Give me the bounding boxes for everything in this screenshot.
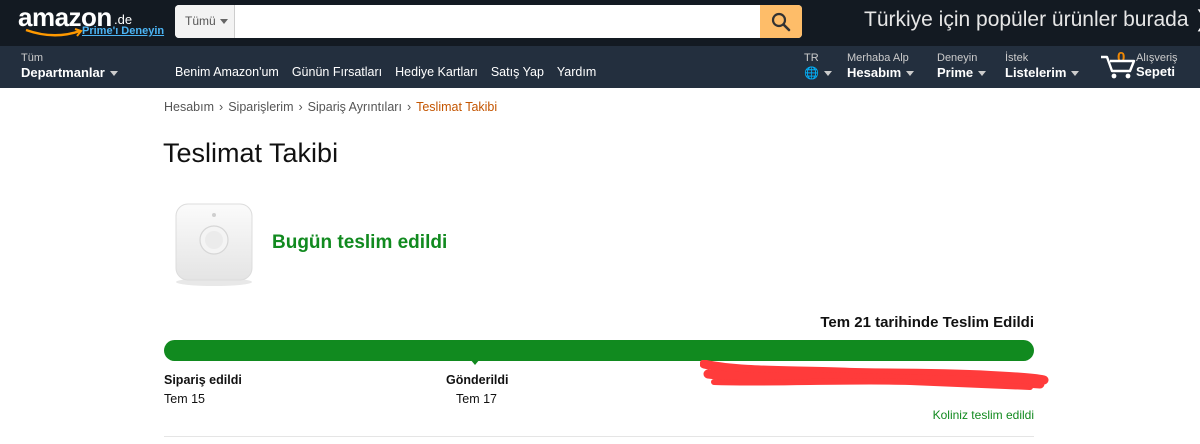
chevron-right-icon: › xyxy=(219,100,224,114)
prime-label-wrap: Prime xyxy=(937,65,987,80)
progress-marker xyxy=(470,359,480,365)
breadcrumb-item-account[interactable]: Hesabım xyxy=(164,100,214,114)
page-title: Teslimat Takibi xyxy=(163,138,339,168)
search-input[interactable] xyxy=(235,5,760,38)
amazon-logo[interactable]: amazon .de Prime'ı Deneyin xyxy=(14,2,164,44)
nav-link-deals[interactable]: Günün Fırsatları xyxy=(292,65,382,79)
search-bar: Tümü xyxy=(175,5,802,38)
cart-icon[interactable] xyxy=(1100,54,1136,80)
globe-icon: 🌐 xyxy=(804,66,819,80)
account-greeting: Merhaba Alp xyxy=(847,52,909,64)
prime-label: Prime xyxy=(937,65,974,80)
nav-links: Benim Amazon'um Günün Fırsatları Hediye … xyxy=(175,65,609,79)
language-code: TR xyxy=(804,52,819,64)
chevron-down-icon xyxy=(109,71,118,77)
breadcrumb-item-orders[interactable]: Siparişlerim xyxy=(228,100,293,114)
divider xyxy=(164,436,1034,437)
nav-link-help[interactable]: Yardım xyxy=(557,65,596,79)
breadcrumb-item-current: Teslimat Takibi xyxy=(416,100,498,114)
redaction-scribble xyxy=(700,360,1049,390)
step-label: Gönderildi xyxy=(446,373,509,387)
lists-menu[interactable]: İstek Listelerim xyxy=(1005,52,1080,80)
cart-line1: Alışveriş xyxy=(1136,52,1178,64)
step-shipped: Gönderildi Tem 17 xyxy=(446,373,509,406)
delivery-confirmation[interactable]: Koliniz teslim edildi xyxy=(830,408,1034,422)
lists-line1: İstek xyxy=(1005,52,1029,64)
promo-text: Türkiye için popüler ürünler burada xyxy=(864,8,1189,31)
delivered-date-label: Tem 21 tarihinde Teslim Edildi xyxy=(820,314,1034,331)
lists-label: Listelerim xyxy=(1005,65,1067,80)
language-selector[interactable]: TR 🌐 xyxy=(804,52,832,80)
prime-line1: Deneyin xyxy=(937,52,978,64)
account-menu[interactable]: Merhaba Alp Hesabım xyxy=(847,52,915,80)
step-date: Tem 17 xyxy=(456,392,497,406)
chevron-down-icon xyxy=(220,19,228,24)
chevron-down-icon xyxy=(906,71,915,77)
nav-link-my-amazon[interactable]: Benim Amazon'um xyxy=(175,65,279,79)
lists-label-wrap: Listelerim xyxy=(1005,65,1080,80)
nav-link-gift-cards[interactable]: Hediye Kartları xyxy=(395,65,478,79)
chevron-down-icon xyxy=(1071,71,1080,77)
breadcrumb: Hesabım › Siparişlerim › Sipariş Ayrıntıları… xyxy=(164,100,497,114)
chevron-down-icon xyxy=(823,71,832,77)
nav-bar: Tüm Departmanlar Benim Amazon'um Günün F… xyxy=(0,46,1200,88)
departments-label: Departmanlar xyxy=(21,65,105,80)
logo-smile-icon xyxy=(25,28,83,37)
chevron-right-icon: › xyxy=(298,100,303,114)
cart-link[interactable]: Alışveriş Sepeti xyxy=(1136,52,1178,79)
top-header: amazon .de Prime'ı Deneyin Tümü Türkiye … xyxy=(0,0,1200,46)
search-button[interactable] xyxy=(760,5,802,38)
step-ordered: Sipariş edildi Tem 15 xyxy=(164,373,242,406)
breadcrumb-item-order-details[interactable]: Sipariş Ayrıntıları xyxy=(308,100,402,114)
chevron-right-icon: ❯ xyxy=(1194,6,1200,31)
account-label-wrap: Hesabım xyxy=(847,65,915,80)
departments-line2: Departmanlar xyxy=(21,65,118,80)
promo-banner[interactable]: Türkiye için popüler ürünler burada ❯ xyxy=(864,6,1200,32)
magnifier-icon xyxy=(771,12,791,32)
chevron-down-icon xyxy=(978,71,987,77)
nav-link-sell[interactable]: Satış Yap xyxy=(491,65,544,79)
departments-menu[interactable]: Tüm Departmanlar xyxy=(21,52,118,80)
product-image[interactable] xyxy=(168,198,260,288)
search-category-label: Tümü xyxy=(185,14,216,28)
cart-line2: Sepeti xyxy=(1136,64,1176,79)
chevron-right-icon: › xyxy=(406,100,412,114)
step-label: Sipariş edildi xyxy=(164,373,242,387)
account-label: Hesabım xyxy=(847,65,902,80)
prime-menu[interactable]: Deneyin Prime xyxy=(937,52,987,80)
language-globe: 🌐 xyxy=(804,65,832,80)
departments-line1: Tüm xyxy=(21,52,43,64)
prime-trial-link[interactable]: Prime'ı Deneyin xyxy=(82,25,164,37)
search-category-select[interactable]: Tümü xyxy=(175,5,235,38)
step-date: Tem 15 xyxy=(164,392,205,406)
tracking-progress-bar xyxy=(164,340,1034,361)
delivery-status: Bugün teslim edildi xyxy=(272,232,448,253)
